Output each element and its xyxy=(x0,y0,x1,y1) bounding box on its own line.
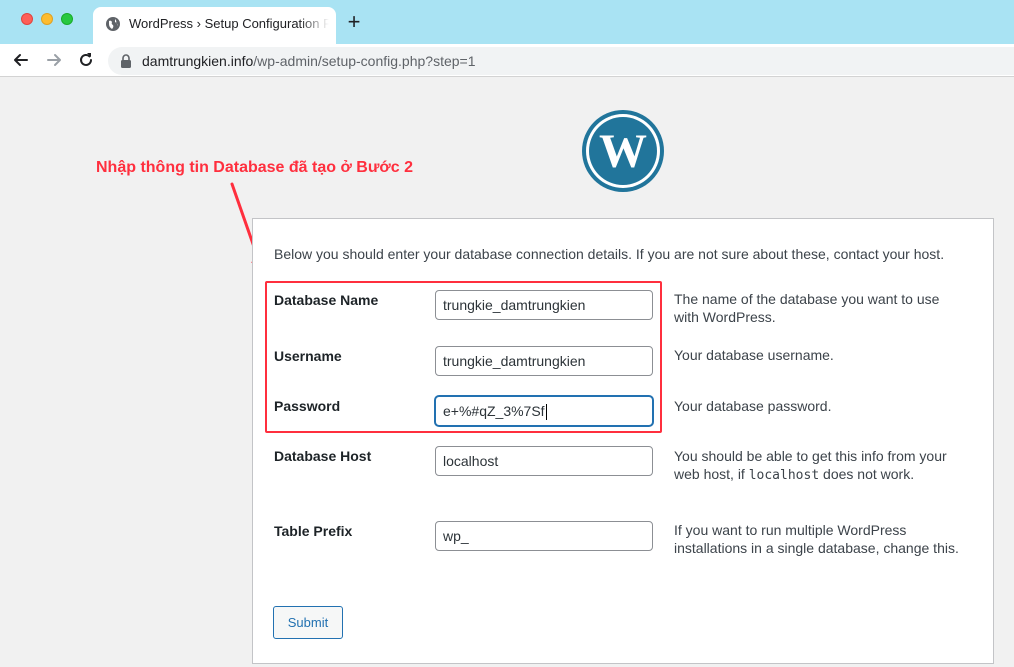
url-host: damtrungkien.info xyxy=(142,53,254,69)
globe-icon xyxy=(106,17,120,31)
database-name-input[interactable]: trungkie_damtrungkien xyxy=(435,290,653,320)
username-label: Username xyxy=(274,348,342,364)
forward-arrow-icon[interactable] xyxy=(44,50,64,70)
tab-title: WordPress › Setup Configuration File xyxy=(129,16,329,31)
reload-icon[interactable] xyxy=(76,50,96,70)
table-prefix-label: Table Prefix xyxy=(274,523,353,539)
database-name-description: The name of the database you want to use… xyxy=(674,291,940,325)
browser-toolbar: damtrungkien.info/wp-admin/setup-config.… xyxy=(0,44,1014,77)
wordpress-logo[interactable]: W xyxy=(580,108,666,194)
submit-button[interactable]: Submit xyxy=(273,606,343,639)
database-name-label: Database Name xyxy=(274,292,379,308)
text-caret xyxy=(545,404,547,421)
window-close-button[interactable] xyxy=(21,13,33,25)
password-input[interactable]: e+%#qZ_3%7Sf xyxy=(435,396,653,426)
intro-text: Below you should enter your database con… xyxy=(274,246,945,262)
username-description: Your database username. xyxy=(674,347,834,363)
new-tab-button[interactable]: + xyxy=(344,11,364,33)
url-path: /wp-admin/setup-config.php?step=1 xyxy=(253,53,476,69)
annotation-label: Nhập thông tin Database đã tạo ở Bước 2 xyxy=(96,159,414,176)
database-host-label: Database Host xyxy=(274,448,372,464)
url-text: damtrungkien.info/wp-admin/setup-config.… xyxy=(142,53,476,69)
database-host-input[interactable]: localhost xyxy=(435,446,653,476)
browser-tab-bar: WordPress › Setup Configuration File + xyxy=(0,0,1014,44)
lock-icon[interactable] xyxy=(120,54,132,68)
password-label: Password xyxy=(274,398,341,414)
password-description: Your database password. xyxy=(674,398,832,414)
database-host-desc-code: localhost xyxy=(748,468,820,483)
password-value: e+%#qZ_3%7Sf xyxy=(443,403,545,419)
setup-config-form: Below you should enter your database con… xyxy=(252,218,994,664)
window-minimize-button[interactable] xyxy=(41,13,53,25)
address-bar[interactable]: damtrungkien.info/wp-admin/setup-config.… xyxy=(108,47,1014,75)
svg-text:W: W xyxy=(599,125,647,178)
table-prefix-input[interactable]: wp_ xyxy=(435,521,653,551)
database-host-desc-end: does not work. xyxy=(819,466,915,482)
table-prefix-description: If you want to run multiple WordPress in… xyxy=(674,522,959,556)
database-host-description: You should be able to get this info from… xyxy=(674,447,964,485)
browser-tab-active[interactable]: WordPress › Setup Configuration File xyxy=(93,7,336,44)
username-input[interactable]: trungkie_damtrungkien xyxy=(435,346,653,376)
window-zoom-button[interactable] xyxy=(61,13,73,25)
back-arrow-icon[interactable] xyxy=(11,50,31,70)
